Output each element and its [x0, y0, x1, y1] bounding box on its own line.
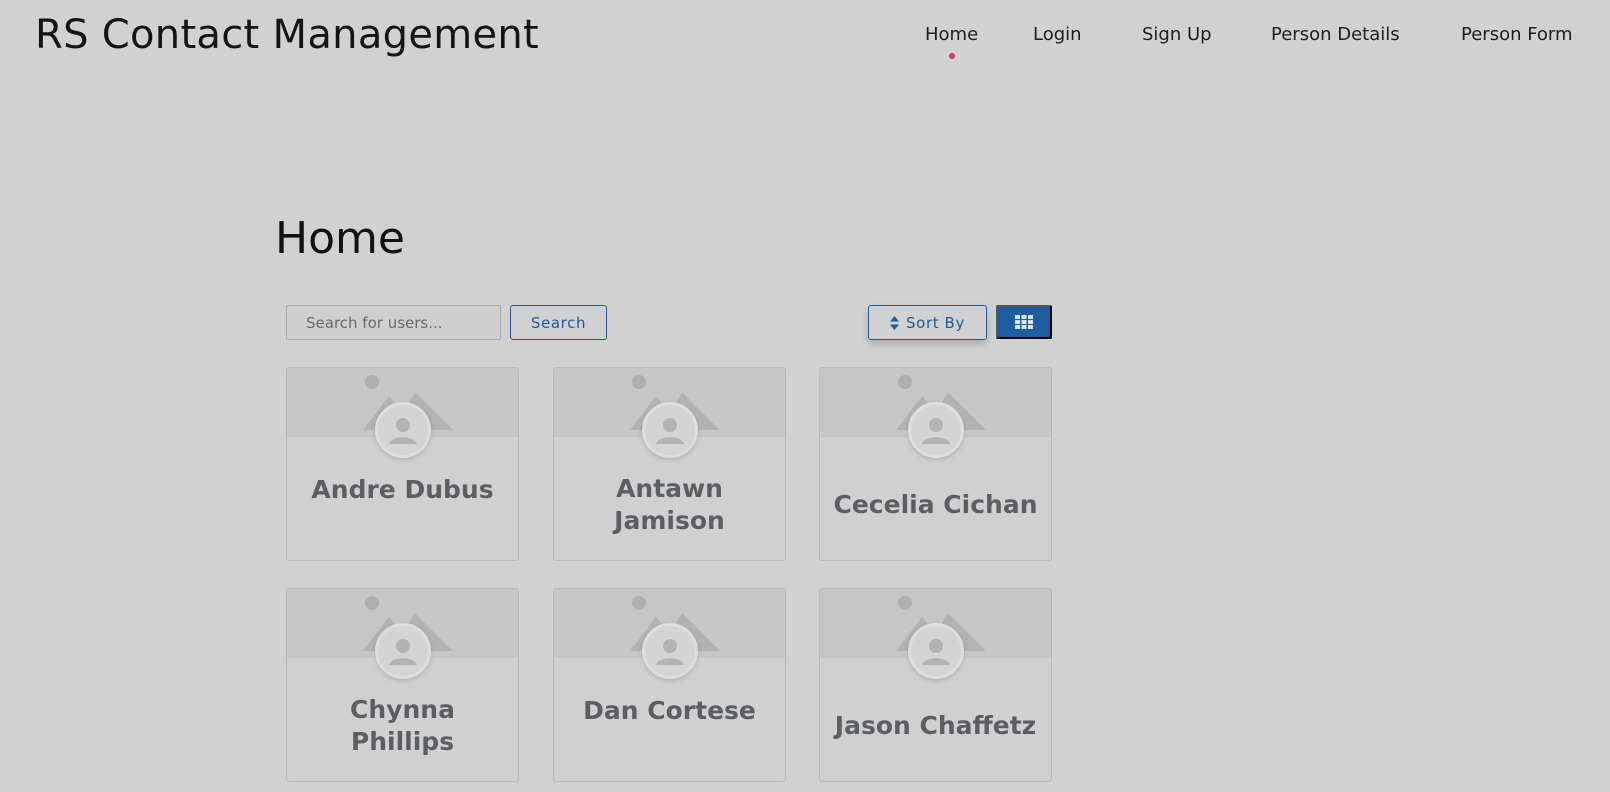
user-icon	[922, 418, 950, 444]
sort-by-button[interactable]: Sort By	[868, 305, 987, 340]
nav-item-login[interactable]: Login	[1033, 24, 1082, 45]
nav-item-person-details[interactable]: Person Details	[1271, 24, 1400, 45]
search-input[interactable]	[286, 305, 501, 340]
nav-item-label: Login	[1033, 24, 1082, 45]
grid-view-button[interactable]	[996, 305, 1052, 339]
contact-name: Dan Cortese	[583, 696, 756, 725]
avatar	[642, 623, 698, 679]
contact-name: Chynna Phillips	[350, 695, 455, 756]
contact-name: Antawn Jamison	[614, 474, 725, 535]
nav-item-home[interactable]: Home	[925, 24, 979, 59]
nav-item-sign-up[interactable]: Sign Up	[1142, 24, 1212, 45]
avatar	[908, 623, 964, 679]
top-navbar: RS Contact Management Home Login Sign Up…	[0, 0, 1610, 72]
user-icon	[389, 418, 417, 444]
contact-name: Andre Dubus	[311, 475, 494, 504]
contact-card[interactable]: Jason Chaffetz	[819, 588, 1052, 782]
contact-name: Cecelia Cichan	[833, 490, 1038, 519]
avatar	[642, 402, 698, 458]
user-icon	[656, 418, 684, 444]
user-icon	[656, 639, 684, 665]
nav-item-label: Person Form	[1461, 24, 1573, 45]
contact-card[interactable]: Andre Dubus	[286, 367, 519, 561]
contact-card[interactable]: Cecelia Cichan	[819, 367, 1052, 561]
active-indicator-dot	[948, 53, 955, 59]
avatar	[908, 402, 964, 458]
nav-item-label: Person Details	[1271, 24, 1400, 45]
sort-icon	[890, 315, 900, 330]
search-button[interactable]: Search	[510, 305, 607, 340]
user-icon	[389, 639, 417, 665]
contact-card[interactable]: Dan Cortese	[553, 588, 786, 782]
app-title[interactable]: RS Contact Management	[35, 12, 539, 58]
contact-name: Jason Chaffetz	[834, 711, 1037, 740]
grid-view-icon	[1015, 315, 1033, 329]
sort-by-label: Sort By	[906, 313, 965, 332]
user-icon	[922, 639, 950, 665]
contact-card[interactable]: Chynna Phillips	[286, 588, 519, 782]
contact-card[interactable]: Antawn Jamison	[553, 367, 786, 561]
avatar	[375, 623, 431, 679]
nav-item-label: Home	[925, 24, 979, 45]
search-button-label: Search	[530, 313, 587, 332]
nav-item-label: Sign Up	[1142, 24, 1212, 45]
page-title: Home	[275, 213, 405, 264]
nav-item-person-form[interactable]: Person Form	[1461, 24, 1573, 45]
avatar	[375, 402, 431, 458]
